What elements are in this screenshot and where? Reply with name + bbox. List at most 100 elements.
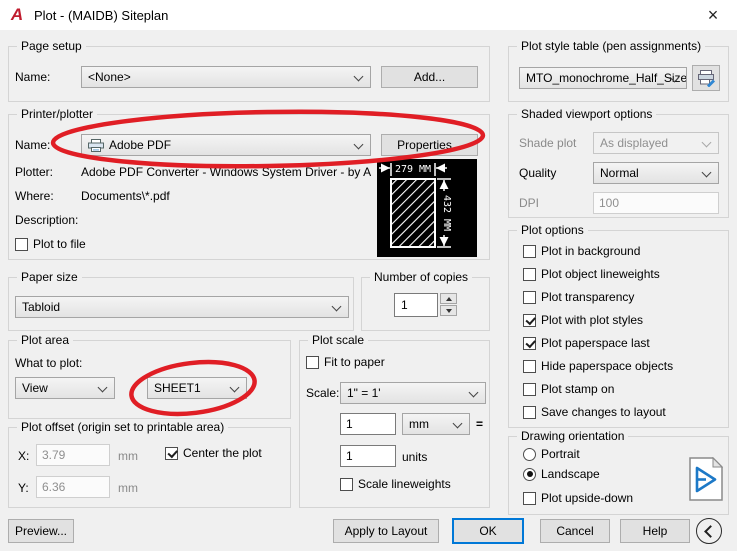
edit-plot-style-button[interactable] <box>692 65 720 91</box>
plot-option-row[interactable]: Plot paperspace last <box>523 336 650 350</box>
cancel-button[interactable]: Cancel <box>540 519 610 543</box>
upside-down-checkbox[interactable] <box>523 491 536 505</box>
y-unit-label: mm <box>118 481 138 495</box>
preview-height-dim: 432 MM <box>441 195 452 231</box>
plot-option-label: Plot object lineweights <box>541 267 660 281</box>
preview-button[interactable]: Preview... <box>8 519 74 543</box>
plot-option-row[interactable]: Plot transparency <box>523 290 634 304</box>
group-legend: Printer/plotter <box>17 107 98 121</box>
x-offset-value: 3.79 <box>42 448 66 462</box>
plot-option-label: Save changes to layout <box>541 405 666 419</box>
checkbox[interactable] <box>523 359 536 373</box>
plot-option-row[interactable]: Plot stamp on <box>523 382 614 396</box>
plot-to-file-label: Plot to file <box>33 237 86 251</box>
plot-to-file-row[interactable]: Plot to file <box>15 237 86 251</box>
scale-lineweights-label: Scale lineweights <box>358 477 451 491</box>
selected-value: 1" = 1' <box>347 386 381 400</box>
upside-down-row[interactable]: Plot upside-down <box>523 491 633 505</box>
plot-option-row[interactable]: Save changes to layout <box>523 405 666 419</box>
fit-to-paper-label: Fit to paper <box>324 355 385 369</box>
drawing-units-input[interactable]: 1 <box>340 445 396 467</box>
spin-down-button[interactable] <box>440 305 457 316</box>
close-icon[interactable]: × <box>695 0 731 30</box>
help-button[interactable]: Help <box>620 519 690 543</box>
portrait-row[interactable]: Portrait <box>523 447 580 461</box>
printer-name-select[interactable]: Adobe PDF <box>81 134 371 156</box>
center-plot-checkbox[interactable] <box>165 446 178 460</box>
apply-button-label: Apply to Layout <box>344 524 428 538</box>
copies-value[interactable]: 1 <box>394 293 438 317</box>
selected-value: Normal <box>600 166 639 180</box>
less-options-button[interactable] <box>696 518 722 544</box>
plot-dialog: { "window": { "logo_glyph": "A", "title"… <box>0 0 737 551</box>
preview-button-label: Preview... <box>14 524 68 538</box>
checkbox[interactable] <box>523 244 536 258</box>
window-title: Plot - (MAIDB) Siteplan <box>34 7 169 23</box>
selected-value: As displayed <box>600 136 669 150</box>
x-unit-label: mm <box>118 449 138 463</box>
x-label: X: <box>18 449 30 463</box>
plot-to-file-checkbox[interactable] <box>15 237 28 251</box>
printer-group: Printer/plotter Name: Adobe PDF Properti… <box>8 107 490 260</box>
landscape-row[interactable]: Landscape <box>523 467 600 481</box>
selected-value: View <box>22 381 48 395</box>
paper-units-input[interactable]: 1 <box>340 413 396 435</box>
description-label: Description: <box>15 213 79 227</box>
plot-options-group: Plot options Plot in background Plot obj… <box>508 223 729 428</box>
page-setup-name-select[interactable]: <None> <box>81 66 371 88</box>
add-button[interactable]: Add... <box>381 66 478 88</box>
checkbox[interactable] <box>523 405 536 419</box>
apply-to-layout-button[interactable]: Apply to Layout <box>333 519 439 543</box>
ok-button-label: OK <box>479 524 497 538</box>
what-to-plot-select[interactable]: View <box>15 377 115 399</box>
plot-area-group: Plot area What to plot: View SHEET1 <box>8 333 291 419</box>
view-select[interactable]: SHEET1 <box>147 377 247 399</box>
group-legend: Plot options <box>517 223 588 237</box>
y-label: Y: <box>18 481 29 495</box>
quality-select[interactable]: Normal <box>593 162 719 184</box>
y-offset-value: 6.36 <box>42 480 66 494</box>
plot-option-row[interactable]: Hide paperspace objects <box>523 359 673 373</box>
edit-plot-style-icon <box>698 70 715 87</box>
spin-up-button[interactable] <box>440 293 457 304</box>
center-plot-row[interactable]: Center the plot <box>165 446 262 460</box>
fit-to-paper-row[interactable]: Fit to paper <box>306 355 385 369</box>
plot-style-select[interactable]: MTO_monochrome_Half_Size.ct <box>519 67 687 89</box>
ok-button[interactable]: OK <box>452 518 524 544</box>
paper-units-value: 1 <box>346 417 353 431</box>
group-legend: Number of copies <box>370 270 473 284</box>
copies-group: Number of copies 1 <box>361 270 490 331</box>
plot-option-row[interactable]: Plot object lineweights <box>523 267 660 281</box>
paper-size-select[interactable]: Tabloid <box>15 296 349 318</box>
portrait-label: Portrait <box>541 447 580 461</box>
group-legend: Plot scale <box>308 333 369 347</box>
autocad-logo-icon: A <box>10 5 24 24</box>
scale-label: Scale: <box>306 386 340 400</box>
plot-option-row[interactable]: Plot in background <box>523 244 640 258</box>
plot-offset-group: Plot offset (origin set to printable are… <box>8 420 291 508</box>
checkbox[interactable] <box>523 382 536 396</box>
checkbox[interactable] <box>523 267 536 281</box>
plot-style-group: Plot style table (pen assignments) MTO_m… <box>508 39 729 102</box>
checkbox[interactable] <box>523 313 536 327</box>
selected-value: SHEET1 <box>154 381 201 395</box>
scale-lineweights-row[interactable]: Scale lineweights <box>340 477 451 491</box>
plot-option-label: Plot in background <box>541 244 641 258</box>
copies-text: 1 <box>401 298 408 312</box>
paper-unit-select[interactable]: mm <box>402 413 470 435</box>
plot-option-row[interactable]: Plot with plot styles <box>523 313 643 327</box>
scale-lineweights-checkbox[interactable] <box>340 477 353 491</box>
arrow-up-icon <box>445 296 452 301</box>
checkbox[interactable] <box>523 336 536 350</box>
fit-to-paper-checkbox[interactable] <box>306 355 319 369</box>
landscape-radio[interactable] <box>523 467 536 481</box>
selected-value: <None> <box>88 70 131 84</box>
properties-button-label: Properties... <box>397 138 462 152</box>
where-label: Where: <box>15 189 54 203</box>
equals-sign: = <box>476 417 484 431</box>
properties-button[interactable]: Properties... <box>381 134 478 156</box>
scale-select[interactable]: 1" = 1' <box>340 382 486 404</box>
portrait-radio[interactable] <box>523 447 536 461</box>
copies-stepper[interactable]: 1 <box>394 293 457 317</box>
checkbox[interactable] <box>523 290 536 304</box>
